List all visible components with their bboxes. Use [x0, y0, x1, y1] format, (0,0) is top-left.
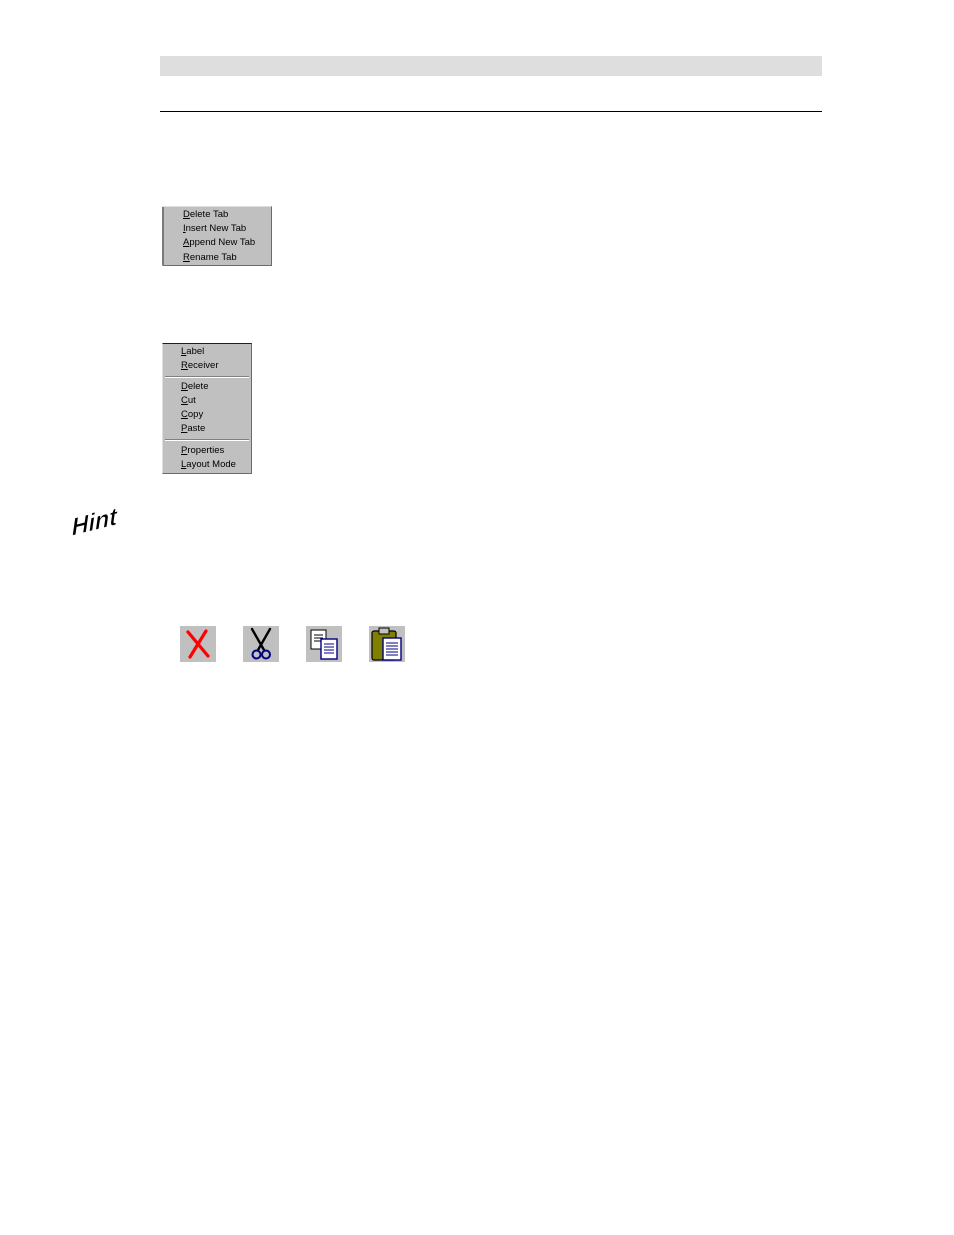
copy-button[interactable] — [306, 626, 342, 662]
svg-text:Hint: Hint — [72, 503, 118, 542]
cut-button[interactable] — [243, 626, 279, 662]
copy-icon — [310, 629, 338, 660]
menu-separator — [165, 376, 249, 378]
menu-item-cut[interactable]: Cut — [181, 395, 196, 407]
header-divider — [160, 111, 822, 112]
paste-button[interactable] — [369, 626, 405, 662]
menu-item-append-new-tab[interactable]: Append New Tab — [183, 237, 255, 249]
cut-icon — [250, 627, 272, 660]
menu-item-delete-tab[interactable]: Delete Tab — [183, 209, 228, 221]
menu-separator — [165, 439, 249, 441]
menu-item-copy[interactable]: Copy — [181, 409, 203, 421]
menu-item-properties[interactable]: Properties — [181, 445, 224, 457]
paste-icon — [371, 627, 402, 661]
delete-button[interactable] — [180, 626, 216, 662]
control-context-menu: Label Receiver Delete Cut Copy Paste Pro… — [162, 343, 252, 474]
menu-item-rename-tab[interactable]: Rename Tab — [183, 252, 237, 264]
tab-context-menu: Delete Tab Insert New Tab Append New Tab… — [162, 206, 272, 266]
menu-item-label[interactable]: Label — [181, 346, 204, 358]
menu-item-receiver[interactable]: Receiver — [181, 360, 219, 372]
menu-item-insert-new-tab[interactable]: Insert New Tab — [183, 223, 246, 235]
menu-item-layout-mode[interactable]: Layout Mode — [181, 459, 236, 471]
menu-item-paste[interactable]: Paste — [181, 423, 205, 435]
delete-icon — [186, 629, 210, 659]
hint-logo: Hint — [72, 503, 119, 542]
page-header-bar — [160, 56, 822, 76]
menu-item-delete[interactable]: Delete — [181, 381, 208, 393]
menu-edge — [162, 207, 164, 265]
